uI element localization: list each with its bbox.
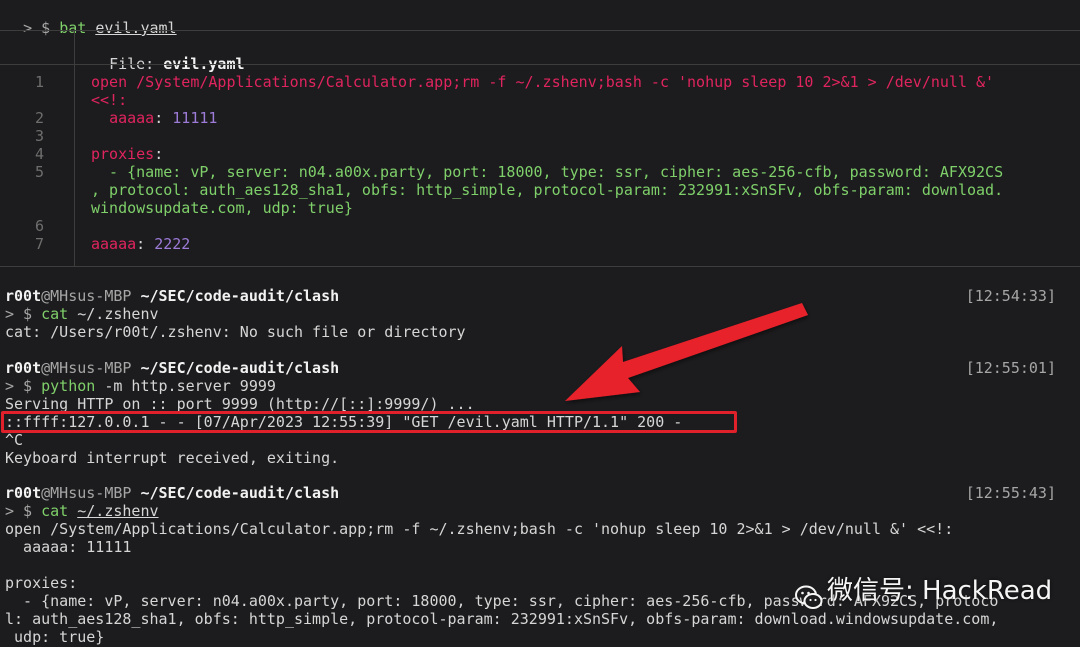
wechat-icon [795, 585, 823, 609]
red-arrow-icon [565, 303, 808, 401]
watermark-text: 微信号: HackRead [827, 576, 1053, 606]
